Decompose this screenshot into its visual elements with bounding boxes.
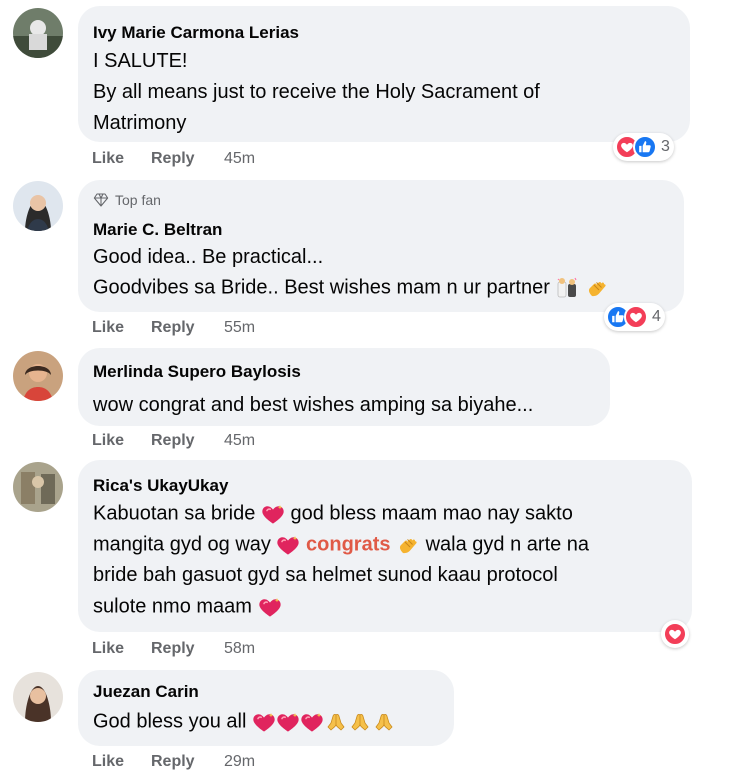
comment-text: god bless maam mao nay sakto: [290, 502, 573, 525]
comment-text-line: Matrimony: [93, 112, 187, 134]
comment-text-line: Good idea.. Be practical...: [93, 246, 324, 268]
comment-author[interactable]: Merlinda Supero Baylosis: [93, 362, 301, 382]
top-fan-badge-icon: [93, 192, 109, 208]
comment-author[interactable]: Marie C. Beltran: [93, 220, 222, 240]
comment-text-line: I SALUTE!: [93, 50, 188, 72]
heart-reaction-icon: [663, 622, 687, 646]
comment-text: God bless you all: [93, 710, 247, 733]
reaction-count: 4: [652, 308, 661, 325]
comment-timestamp[interactable]: 58m: [224, 640, 255, 658]
comment-timestamp[interactable]: 45m: [224, 150, 255, 168]
comment-text-line: wow congrat and best wishes amping sa bi…: [93, 394, 534, 416]
like-button[interactable]: Like: [92, 150, 124, 168]
comment-bubble: Ivy Marie Carmona Lerias I SALUTE! By al…: [78, 6, 690, 142]
sparkling-heart-emoji: [276, 533, 300, 557]
comment-text-line: God bless you all: [93, 710, 396, 734]
comment-text: sulote nmo maam: [93, 595, 252, 618]
comment-text-line: Kabuotan sa bride god bless maam mao nay…: [93, 502, 573, 526]
sparkling-heart-emoji: [258, 595, 282, 619]
avatar[interactable]: [13, 462, 63, 512]
comment-text: Goodvibes sa Bride.. Best wishes mam n u…: [93, 276, 550, 299]
comment-bubble: Top fan Marie C. Beltran Good idea.. Be …: [78, 180, 684, 312]
clapping-hands-emoji: [396, 533, 420, 557]
heart-reaction-icon: [624, 305, 648, 329]
comment-author[interactable]: Rica's UkayUkay: [93, 476, 228, 496]
top-fan-label: Top fan: [115, 192, 161, 208]
comment-bubble: Juezan Carin God bless you all: [78, 670, 454, 746]
comment-text: wala gyd n arte na: [425, 533, 590, 556]
comment-text-line: bride bah gasuot gyd sa helmet sunod kaa…: [93, 564, 558, 586]
sparkling-heart-emoji: [252, 710, 276, 734]
reaction-summary[interactable]: 4: [604, 303, 665, 331]
comment-author[interactable]: Ivy Marie Carmona Lerias: [93, 23, 299, 43]
like-button[interactable]: Like: [92, 753, 124, 771]
comment-text-line: By all means just to receive the Holy Sa…: [93, 81, 540, 103]
sparkling-heart-emoji: [300, 710, 324, 734]
reply-button[interactable]: Reply: [151, 319, 195, 337]
reaction-count: 3: [661, 138, 670, 155]
reply-button[interactable]: Reply: [151, 640, 195, 658]
avatar[interactable]: [13, 351, 63, 401]
comment-author[interactable]: Juezan Carin: [93, 682, 199, 702]
reaction-summary[interactable]: 3: [613, 133, 674, 161]
like-button[interactable]: Like: [92, 432, 124, 450]
reply-button[interactable]: Reply: [151, 150, 195, 168]
folded-hands-emoji: [348, 710, 372, 734]
reply-button[interactable]: Reply: [151, 753, 195, 771]
folded-hands-emoji: [372, 710, 396, 734]
comment-text-line: mangita gyd og way congrats wala gyd n a…: [93, 533, 589, 557]
comment-bubble: Merlinda Supero Baylosis wow congrat and…: [78, 348, 610, 426]
comment-text: Kabuotan sa bride: [93, 502, 256, 525]
avatar[interactable]: [13, 8, 63, 58]
congrats-text: congrats: [306, 533, 391, 556]
comment-timestamp[interactable]: 29m: [224, 753, 255, 771]
comment-text: mangita gyd og way: [93, 533, 271, 556]
like-reaction-icon: [633, 135, 657, 159]
top-fan-badge: Top fan: [93, 192, 161, 208]
clapping-hands-emoji: [585, 276, 609, 300]
comment-text-line: Goodvibes sa Bride.. Best wishes mam n u…: [93, 276, 609, 300]
comment-text-line: sulote nmo maam: [93, 595, 282, 619]
comment-timestamp[interactable]: 55m: [224, 319, 255, 337]
sparkling-heart-emoji: [276, 710, 300, 734]
avatar[interactable]: [13, 672, 63, 722]
folded-hands-emoji: [324, 710, 348, 734]
comment-bubble: Rica's UkayUkay Kabuotan sa bride god bl…: [78, 460, 692, 632]
comment-timestamp[interactable]: 45m: [224, 432, 255, 450]
reply-button[interactable]: Reply: [151, 432, 195, 450]
like-button[interactable]: Like: [92, 319, 124, 337]
like-button[interactable]: Like: [92, 640, 124, 658]
reaction-summary[interactable]: [661, 620, 689, 648]
wedding-emoji: [555, 276, 579, 300]
sparkling-heart-emoji: [261, 502, 285, 526]
avatar[interactable]: [13, 181, 63, 231]
